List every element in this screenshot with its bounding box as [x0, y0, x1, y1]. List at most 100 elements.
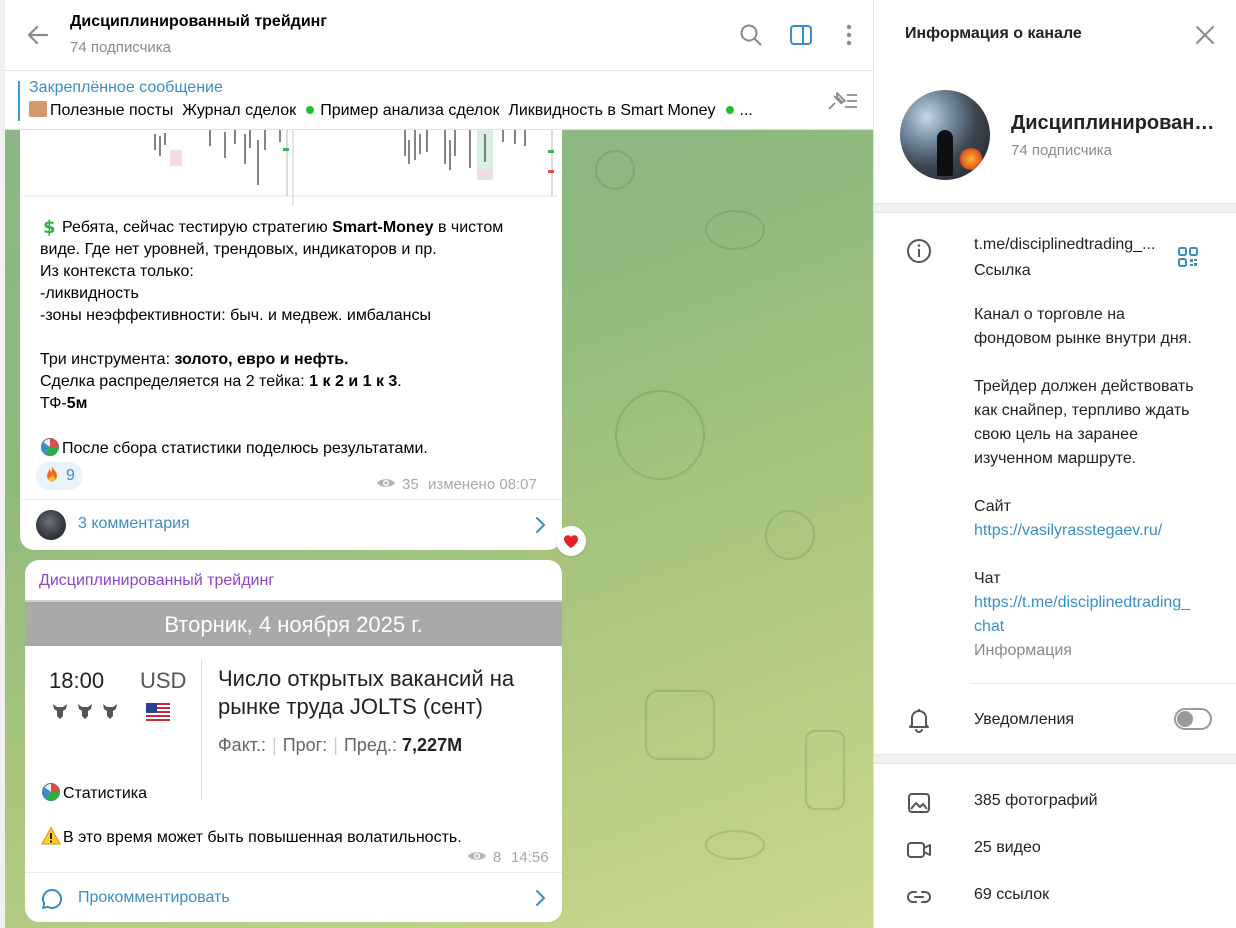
link-icon: [907, 891, 931, 903]
chat-link[interactable]: https://t.me/disciplinedtrading_: [974, 591, 1194, 615]
edited-time: изменено 08:07: [428, 476, 537, 493]
calendar-date: Вторник, 4 ноября 2025 г.: [25, 600, 562, 646]
event-currency: USD: [140, 668, 187, 693]
divider: [970, 683, 1236, 684]
channel-link[interactable]: t.me/disciplinedtrading_...: [974, 233, 1174, 257]
sidebar-toggle-icon[interactable]: [788, 22, 814, 48]
green-dot-icon: [725, 105, 734, 114]
event-name: Число открытых вакансий на рынке труда J…: [218, 666, 515, 719]
event-time: 18:00: [49, 668, 105, 693]
description-line: как снайпер, терпливо ждать: [974, 402, 1190, 419]
chat-title[interactable]: Дисциплинированный трейдинг: [70, 13, 327, 31]
text-bold: Smart-Money: [332, 219, 434, 236]
heart-reaction-badge[interactable]: [556, 526, 586, 556]
text-part: ТФ-: [40, 395, 67, 412]
text-part: Ребята, сейчас тестирую стратегию: [62, 219, 333, 236]
text-line: Три инструмента: золото, евро и нефть.: [40, 349, 550, 371]
pinned-text: Полезные посты Журнал сделок Пример анали…: [29, 101, 804, 120]
channel-avatar[interactable]: [900, 90, 990, 180]
search-icon[interactable]: [738, 22, 764, 48]
text-part: .: [397, 373, 402, 390]
link-caption: Ссылка: [974, 262, 1031, 279]
info-circle-icon: [907, 239, 931, 263]
pie-chart-emoji-icon: [42, 783, 60, 801]
photos-count: 385 фотографий: [974, 792, 1098, 809]
event-values: Факт.: | Прог: | Пред.: 7,227M: [218, 735, 463, 755]
text-line: -зоны неэффективности: быч. и медвеж. им…: [40, 307, 431, 324]
text-line: -ликвидность: [40, 285, 139, 302]
text-line: Сделка распределяется на 2 тейка: 1 к 2 …: [40, 371, 550, 393]
doodle-shape: [645, 690, 715, 760]
fire-emoji-icon: [47, 466, 57, 482]
description-line: Канал о торговле на: [974, 306, 1125, 323]
comment-label: Прокомментировать: [78, 889, 230, 906]
comments-count-label: 3 комментария: [78, 515, 190, 532]
video-icon: [907, 842, 931, 858]
close-icon[interactable]: [1194, 24, 1216, 46]
qr-code-icon[interactable]: [1177, 246, 1199, 268]
economic-calendar-image[interactable]: Вторник, 4 ноября 2025 г. 18:00 USD Числ…: [25, 598, 562, 804]
toggle-knob: [1177, 711, 1193, 727]
pinned-item: Журнал сделок: [182, 102, 297, 119]
text-bold: 5м: [66, 395, 88, 412]
notifications-toggle[interactable]: [1174, 708, 1212, 730]
reaction-count: 9: [66, 467, 75, 484]
text-line: виде. Где нет уровней, трендовых, индика…: [40, 241, 437, 258]
doodle-shape: [805, 730, 845, 810]
more-vertical-icon[interactable]: [836, 22, 862, 48]
calendar-divider: [201, 660, 202, 800]
description-line: свою цель на заранее: [974, 426, 1138, 443]
site-link[interactable]: https://vasilyrasstegaev.ru/: [974, 519, 1194, 543]
message-post-strategy[interactable]: $ Ребята, сейчас тестирую стратегию Smart…: [20, 130, 562, 550]
doodle-shape: [705, 830, 765, 860]
description-line: Трейдер должен действовать: [974, 378, 1194, 395]
videos-count: 25 видео: [974, 839, 1041, 856]
forecast-label: Прог:: [282, 735, 328, 755]
text-line: [40, 415, 550, 437]
trading-chart-image[interactable]: [25, 130, 558, 206]
green-dot-icon: [306, 105, 315, 114]
pinned-item: Пример анализа сделок: [320, 102, 500, 119]
doodle-shape: [705, 210, 765, 250]
views-count: 35: [402, 476, 419, 493]
views-count: 8: [493, 849, 502, 866]
pinned-item: Полезные посты: [50, 102, 174, 119]
comments-link[interactable]: 3 комментария: [20, 499, 562, 549]
svg-text:$: $: [43, 217, 56, 236]
package-emoji-icon: [29, 101, 47, 117]
post-author[interactable]: Дисциплинированный трейдинг: [39, 572, 274, 590]
fact-label: Факт.:: [218, 735, 267, 755]
section-gap: [874, 203, 1236, 213]
chat-pane: Дисциплинированный трейдинг 74 подписчик…: [0, 0, 873, 928]
pinned-message[interactable]: Закреплённое сообщение Полезные посты Жу…: [0, 70, 873, 130]
text-line: [40, 327, 550, 349]
media-links[interactable]: 69 ссылок: [874, 874, 1236, 918]
text-bold: 1 к 2 и 1 к 3: [309, 373, 398, 390]
text-part: После сбора статистики поделюсь результа…: [62, 440, 428, 457]
description-line: [974, 471, 1194, 495]
pinned-item: ...: [739, 102, 753, 119]
description-line: фондовом рынке внутри дня.: [974, 330, 1192, 347]
back-arrow-icon[interactable]: [25, 22, 51, 48]
chat-link-cont[interactable]: chat: [974, 615, 1194, 639]
comment-bubble-icon: [41, 888, 62, 909]
pie-chart-emoji-icon: [41, 438, 59, 456]
notifications-label: Уведомления: [974, 711, 1075, 728]
media-photos[interactable]: 385 фотографий: [874, 780, 1236, 824]
channel-name: Дисциплинированный трейдинг: [1011, 112, 1216, 134]
chevron-right-icon: [536, 890, 546, 906]
info-panel-title: Информация о канале: [905, 25, 1082, 42]
photo-icon: [908, 793, 930, 813]
info-caption: Информация: [974, 642, 1072, 659]
warning-emoji-icon: [41, 826, 61, 845]
fire-reaction[interactable]: 9: [36, 462, 83, 490]
pinned-accent-bar: [18, 81, 20, 121]
chat-header: Дисциплинированный трейдинг 74 подписчик…: [0, 0, 873, 70]
text-part: в чистом: [433, 219, 504, 236]
media-videos[interactable]: 25 видео: [874, 827, 1236, 871]
comment-link[interactable]: Прокомментировать: [25, 872, 562, 922]
previous-value: 7,227M: [402, 735, 463, 755]
dollar-emoji-icon: $: [43, 217, 56, 236]
message-post-calendar[interactable]: Дисциплинированный трейдинг Вторник, 4 н…: [25, 560, 562, 922]
unpin-list-icon[interactable]: [825, 89, 859, 113]
